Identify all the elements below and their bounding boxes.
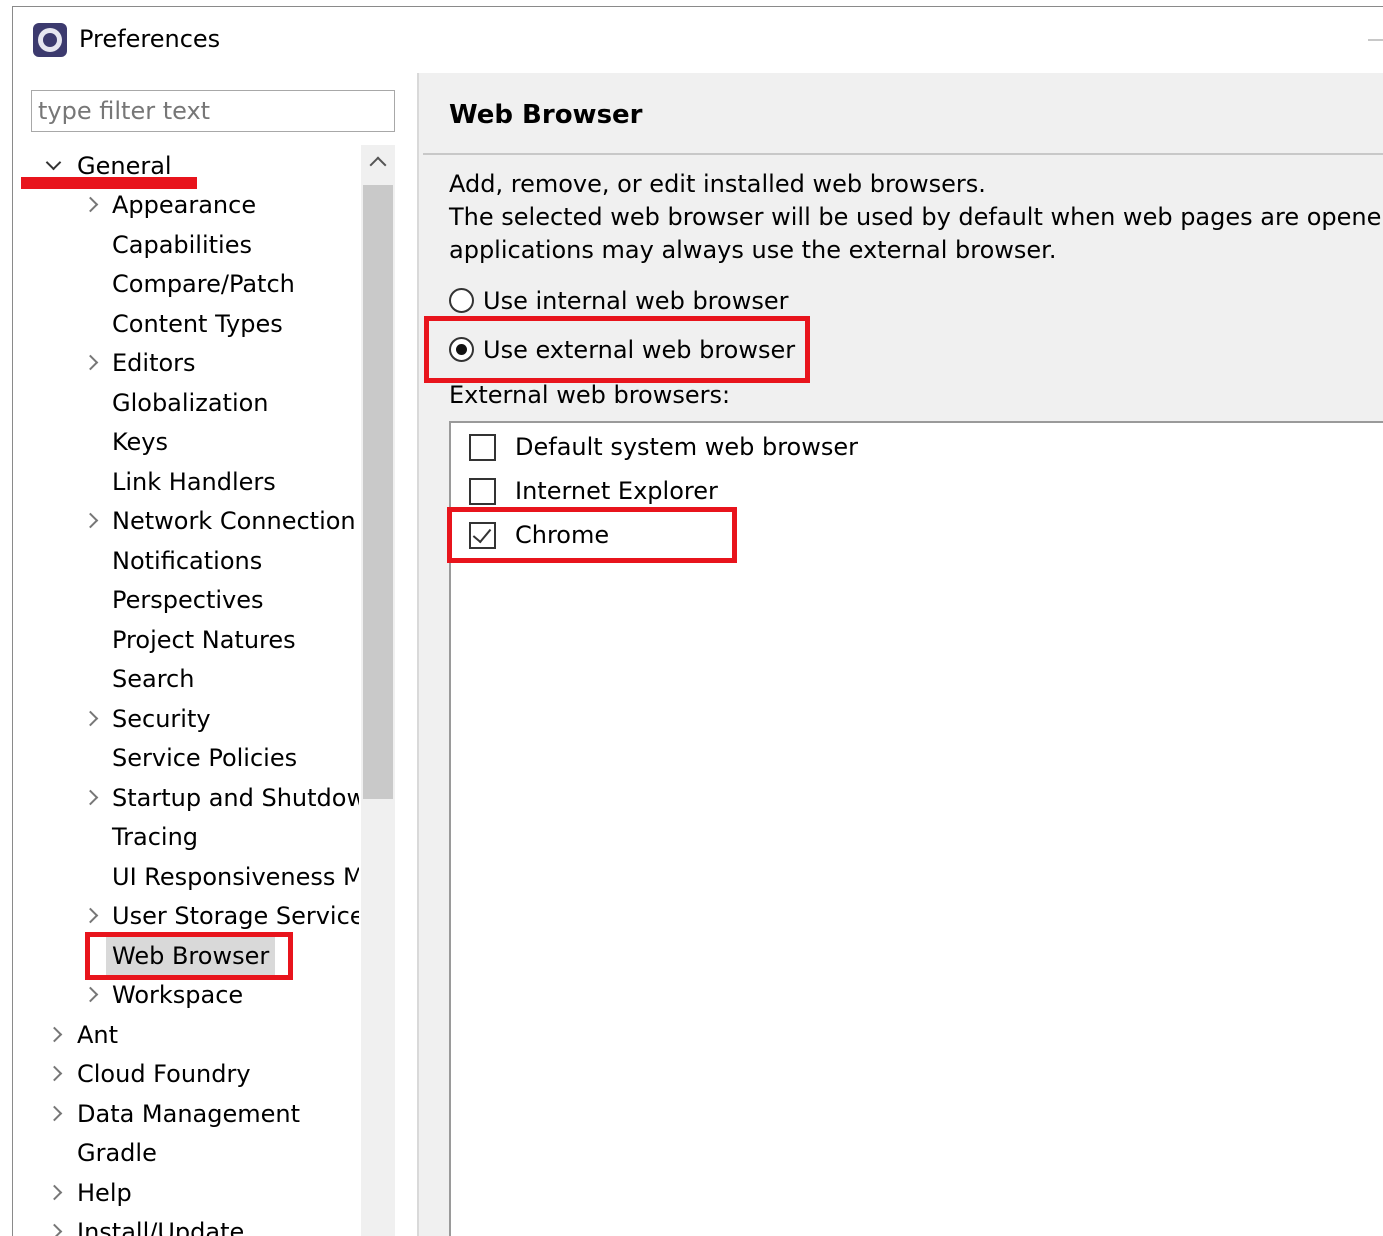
preference-page: Web Browser Add, remove, or edit install… xyxy=(417,73,1383,1236)
browser-name: Default system web browser xyxy=(515,433,858,461)
scrollbar-thumb[interactable] xyxy=(363,185,393,799)
filter-input[interactable] xyxy=(31,90,395,132)
tree-item-project-natures[interactable]: Project Natures xyxy=(13,621,359,659)
tree-item-label: UI Responsiveness M xyxy=(112,863,359,891)
tree-item-label: Install/Update xyxy=(77,1218,245,1236)
tree-item-label: Cloud Foundry xyxy=(77,1060,251,1088)
tree-item-ui-responsiveness[interactable]: UI Responsiveness M xyxy=(13,858,359,896)
chevron-right-icon[interactable] xyxy=(47,1055,67,1093)
tree-item-label: Security xyxy=(112,705,211,733)
tree-item-label: Globalization xyxy=(112,389,269,417)
checkbox[interactable] xyxy=(469,434,496,461)
description-line: Add, remove, or edit installed web brows… xyxy=(449,170,986,198)
tree-item-compare-patch[interactable]: Compare/Patch xyxy=(13,265,359,303)
tree-item-notifications[interactable]: Notifications xyxy=(13,542,359,580)
browser-name: Internet Explorer xyxy=(515,477,718,505)
tree-item-label: Appearance xyxy=(112,191,257,219)
tree-item-gradle[interactable]: Gradle xyxy=(13,1134,359,1172)
chevron-right-icon[interactable] xyxy=(83,344,103,382)
chevron-right-icon[interactable] xyxy=(83,502,103,540)
tree-item-security[interactable]: Security xyxy=(13,700,359,738)
tree-item-label: Gradle xyxy=(77,1139,157,1167)
tree-item-keys[interactable]: Keys xyxy=(13,423,359,461)
tree-item-label: Tracing xyxy=(112,823,199,851)
tree-item-install-update[interactable]: Install/Update xyxy=(13,1213,359,1236)
preference-tree: General Appearance Capabilities Compare/… xyxy=(13,147,359,1236)
highlight-box xyxy=(447,507,737,563)
tree-item-capabilities[interactable]: Capabilities xyxy=(13,226,359,264)
chevron-right-icon[interactable] xyxy=(83,700,103,738)
tree-item-editors[interactable]: Editors xyxy=(13,344,359,382)
tree-item-service-policies[interactable]: Service Policies xyxy=(13,739,359,777)
tree-item-tracing[interactable]: Tracing xyxy=(13,818,359,856)
browser-list: Default system web browser Internet Expl… xyxy=(447,421,1383,1236)
tree-item-cloud-foundry[interactable]: Cloud Foundry xyxy=(13,1055,359,1093)
tree-item-label: Data Management xyxy=(77,1100,301,1128)
tree-item-label: Workspace xyxy=(112,981,244,1009)
tree-item-label: Keys xyxy=(112,428,169,456)
chevron-up-icon[interactable] xyxy=(369,156,387,174)
eclipse-icon xyxy=(33,23,67,57)
tree-item-user-storage-service[interactable]: User Storage Service xyxy=(13,897,359,935)
external-browsers-label: External web browsers: xyxy=(449,381,731,409)
tree-item-label: Project Natures xyxy=(112,626,296,654)
tree-item-label: Editors xyxy=(112,349,196,377)
chevron-right-icon[interactable] xyxy=(83,976,103,1014)
tree-item-perspectives[interactable]: Perspectives xyxy=(13,581,359,619)
tree-item-label: Service Policies xyxy=(112,744,298,772)
tree-item-help[interactable]: Help xyxy=(13,1174,359,1212)
tree-item-label: Capabilities xyxy=(112,231,252,259)
chevron-right-icon[interactable] xyxy=(47,1016,67,1054)
tree-item-globalization[interactable]: Globalization xyxy=(13,384,359,422)
tree-item-label: User Storage Service xyxy=(112,902,359,930)
chevron-right-icon[interactable] xyxy=(83,779,103,817)
chevron-right-icon[interactable] xyxy=(83,186,103,224)
tree-item-label: Compare/Patch xyxy=(112,270,295,298)
checkbox[interactable] xyxy=(469,478,496,505)
tree-item-label: Startup and Shutdow xyxy=(112,784,359,812)
tree-item-label: Link Handlers xyxy=(112,468,276,496)
title-bar: Preferences xyxy=(13,7,1383,73)
radio-button[interactable] xyxy=(449,288,474,313)
tree-item-label: Help xyxy=(77,1179,132,1207)
tree-item-appearance[interactable]: Appearance xyxy=(13,186,359,224)
tree-item-label: Ant xyxy=(77,1021,119,1049)
tree-item-data-management[interactable]: Data Management xyxy=(13,1095,359,1133)
tree-item-label: Network Connection xyxy=(112,507,356,535)
chevron-right-icon[interactable] xyxy=(47,1174,67,1212)
tree-item-network-connections[interactable]: Network Connection xyxy=(13,502,359,540)
radio-label: Use internal web browser xyxy=(483,287,789,315)
tree-scrollbar[interactable] xyxy=(361,145,395,1236)
preferences-window: Preferences General Appearance Capabilit… xyxy=(12,6,1383,1236)
highlight-box xyxy=(424,316,810,383)
highlight-underline xyxy=(21,177,197,189)
tree-item-label: Notifications xyxy=(112,547,263,575)
tree-item-link-handlers[interactable]: Link Handlers xyxy=(13,463,359,501)
tree-item-ant[interactable]: Ant xyxy=(13,1016,359,1054)
tree-item-workspace[interactable]: Workspace xyxy=(13,976,359,1014)
chevron-right-icon[interactable] xyxy=(83,897,103,935)
divider xyxy=(423,153,1383,155)
tree-item-startup-and-shutdown[interactable]: Startup and Shutdow xyxy=(13,779,359,817)
highlight-box xyxy=(85,932,293,980)
minimize-button[interactable] xyxy=(1368,39,1383,41)
chevron-right-icon[interactable] xyxy=(47,1095,67,1133)
tree-item-content-types[interactable]: Content Types xyxy=(13,305,359,343)
description-line: applications may always use the external… xyxy=(449,236,1057,264)
chevron-right-icon[interactable] xyxy=(47,1213,67,1236)
tree-item-label: Search xyxy=(112,665,195,693)
description-line: The selected web browser will be used by… xyxy=(449,203,1382,231)
window-title: Preferences xyxy=(79,25,221,53)
page-title: Web Browser xyxy=(449,100,643,130)
tree-item-search[interactable]: Search xyxy=(13,660,359,698)
tree-item-label: Perspectives xyxy=(112,586,264,614)
tree-item-label: Content Types xyxy=(112,310,283,338)
